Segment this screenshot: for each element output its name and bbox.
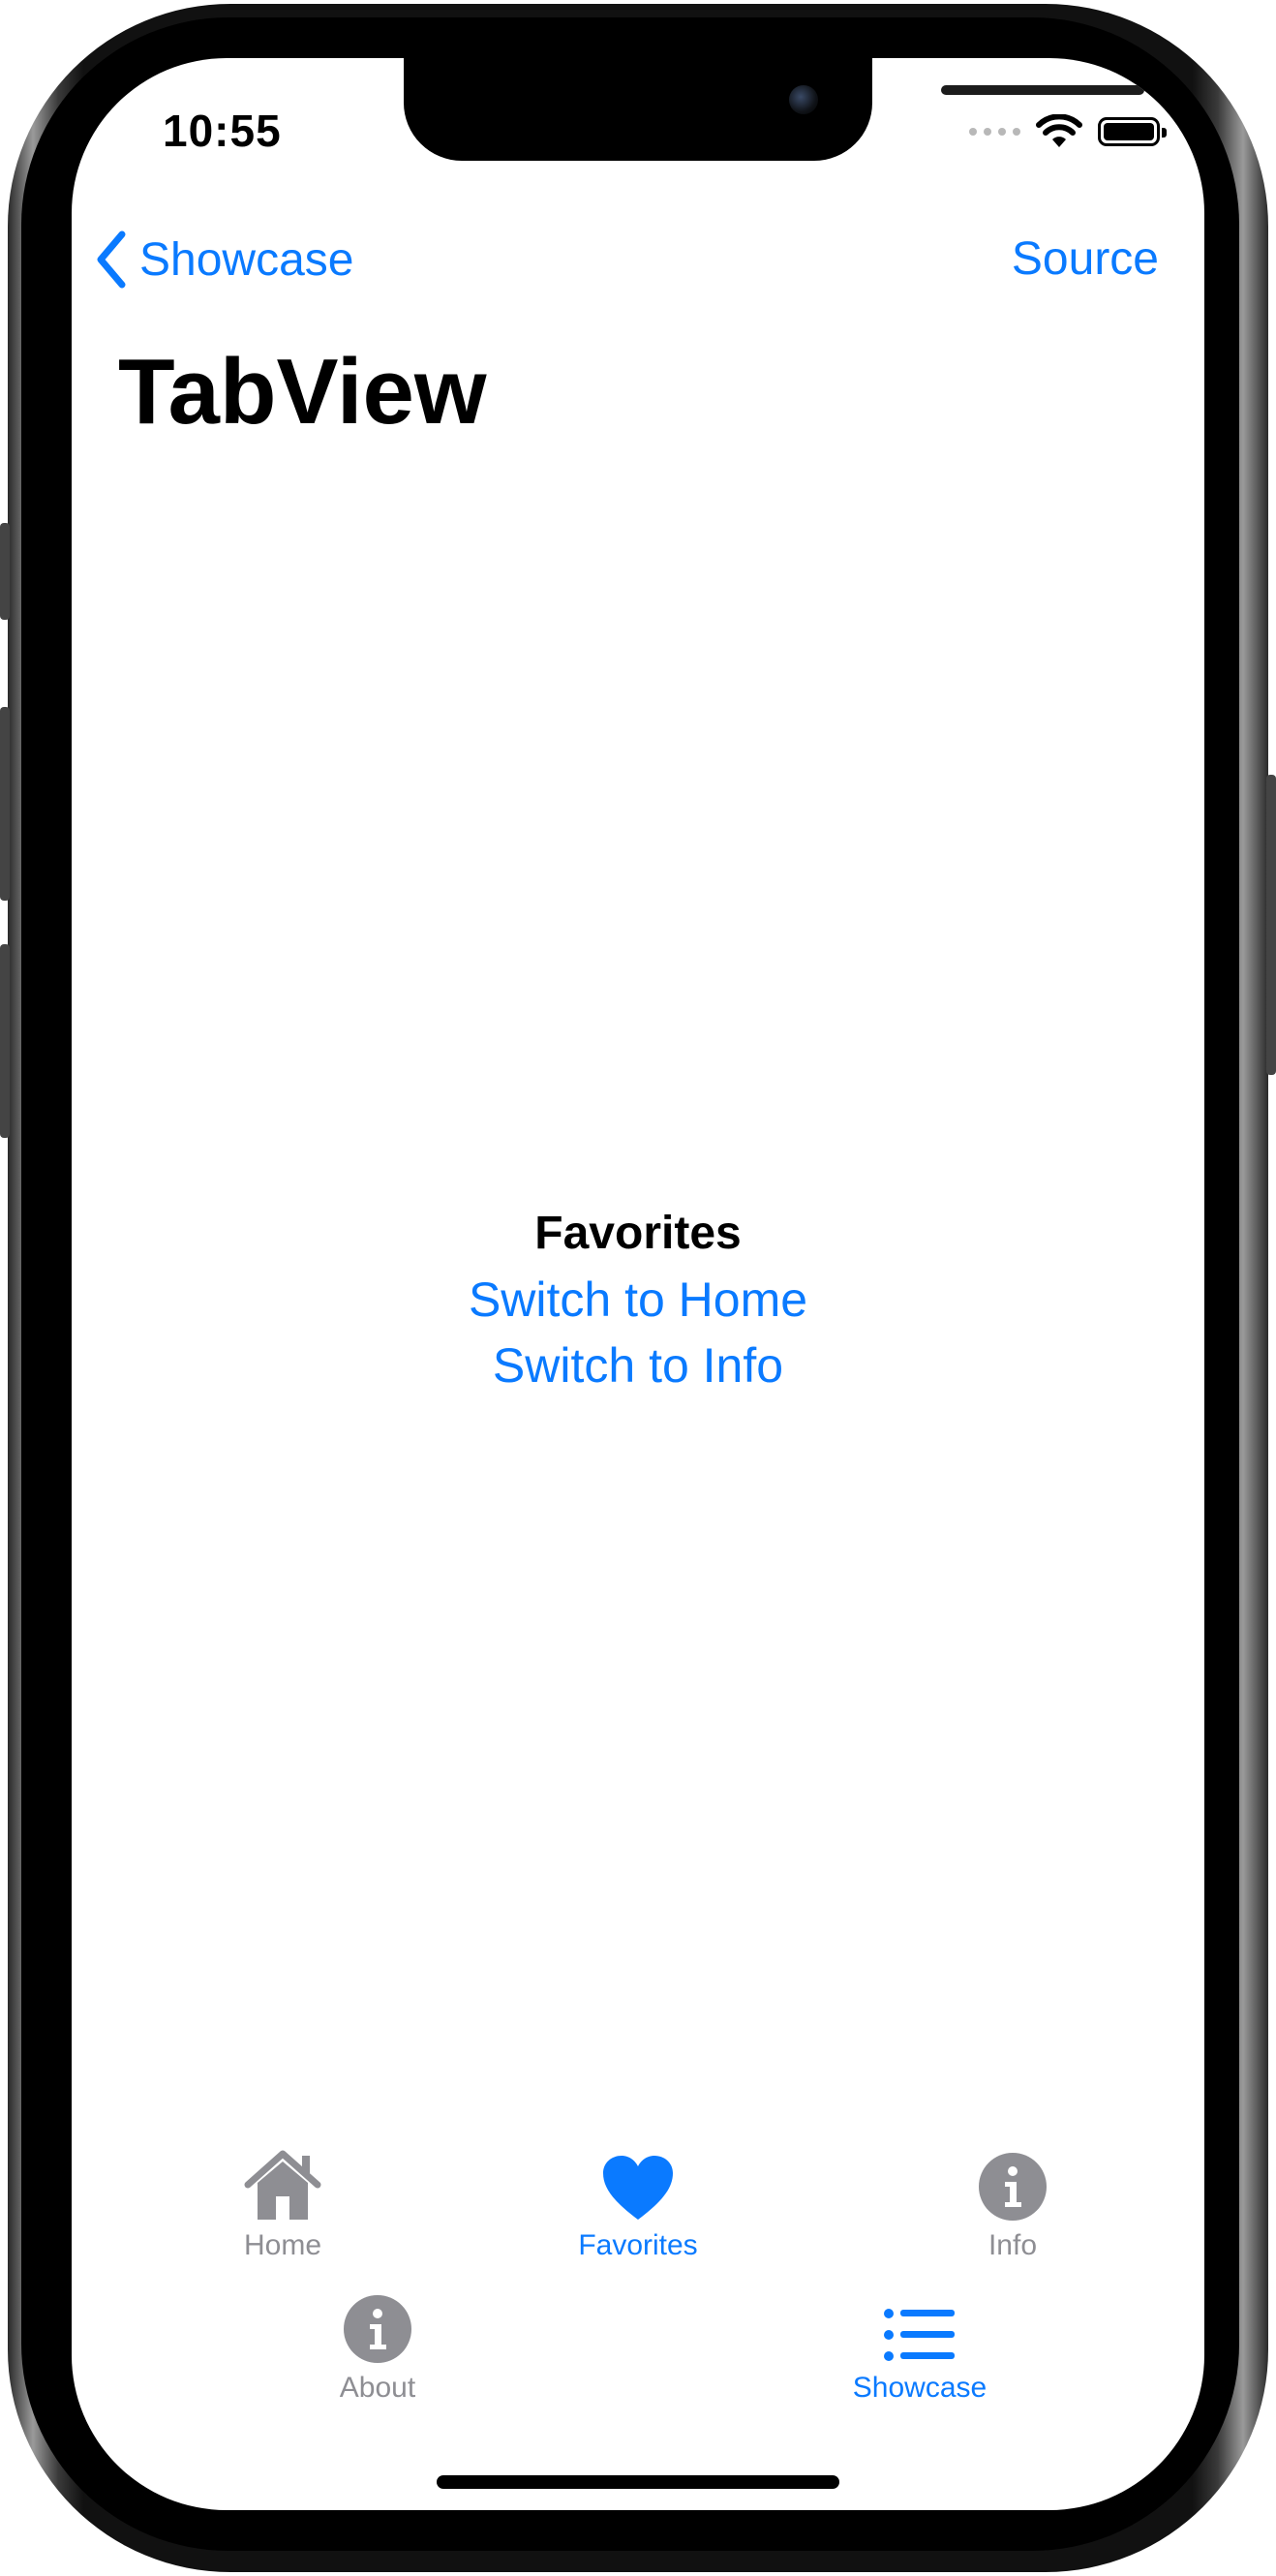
side-button-volume-up <box>0 707 10 901</box>
battery-icon <box>1098 117 1167 146</box>
info-circle-icon <box>281 2283 474 2364</box>
switch-to-info-button[interactable]: Switch to Info <box>72 1333 1204 1398</box>
info-circle-icon <box>916 2140 1109 2222</box>
back-button-label: Showcase <box>139 233 354 286</box>
chevron-left-icon <box>97 230 126 289</box>
home-indicator[interactable] <box>437 2475 839 2489</box>
tab-content: Favorites Switch to Home Switch to Info <box>72 1201 1204 1398</box>
side-button-power <box>1266 775 1276 1075</box>
status-time: 10:55 <box>163 106 282 156</box>
house-icon <box>186 2140 380 2222</box>
list-icon <box>823 2283 1017 2364</box>
tab-favorites-label: Favorites <box>578 2229 698 2261</box>
tab-info-label: Info <box>987 2229 1038 2261</box>
cellular-dots-icon <box>969 128 1020 136</box>
tab-home-label: Home <box>243 2229 322 2261</box>
tab-info[interactable]: Info <box>916 2140 1109 2262</box>
tab-home[interactable]: Home <box>186 2140 380 2262</box>
status-icons <box>969 112 1167 151</box>
camera <box>789 85 818 114</box>
screen: 10:55 Showcase Source TabView Favorites … <box>72 58 1204 2510</box>
source-button[interactable]: Source <box>1012 232 1159 286</box>
wifi-icon <box>1036 114 1082 147</box>
side-button-volume-down <box>0 944 10 1138</box>
speaker <box>941 85 1144 95</box>
tab-about-label: About <box>339 2372 416 2404</box>
notch <box>404 58 1144 161</box>
page-title: TabView <box>118 340 487 444</box>
device: 10:55 Showcase Source TabView Favorites … <box>0 0 1276 2576</box>
side-button-silent <box>0 523 10 620</box>
heart-icon <box>541 2140 735 2222</box>
switch-to-home-button[interactable]: Switch to Home <box>72 1267 1204 1333</box>
tab-showcase[interactable]: Showcase <box>823 2283 1017 2405</box>
content-heading: Favorites <box>534 1208 742 1259</box>
back-button[interactable]: Showcase <box>95 229 353 291</box>
tab-favorites[interactable]: Favorites <box>541 2140 735 2262</box>
tab-showcase-label: Showcase <box>852 2372 987 2404</box>
tab-about[interactable]: About <box>281 2283 474 2405</box>
